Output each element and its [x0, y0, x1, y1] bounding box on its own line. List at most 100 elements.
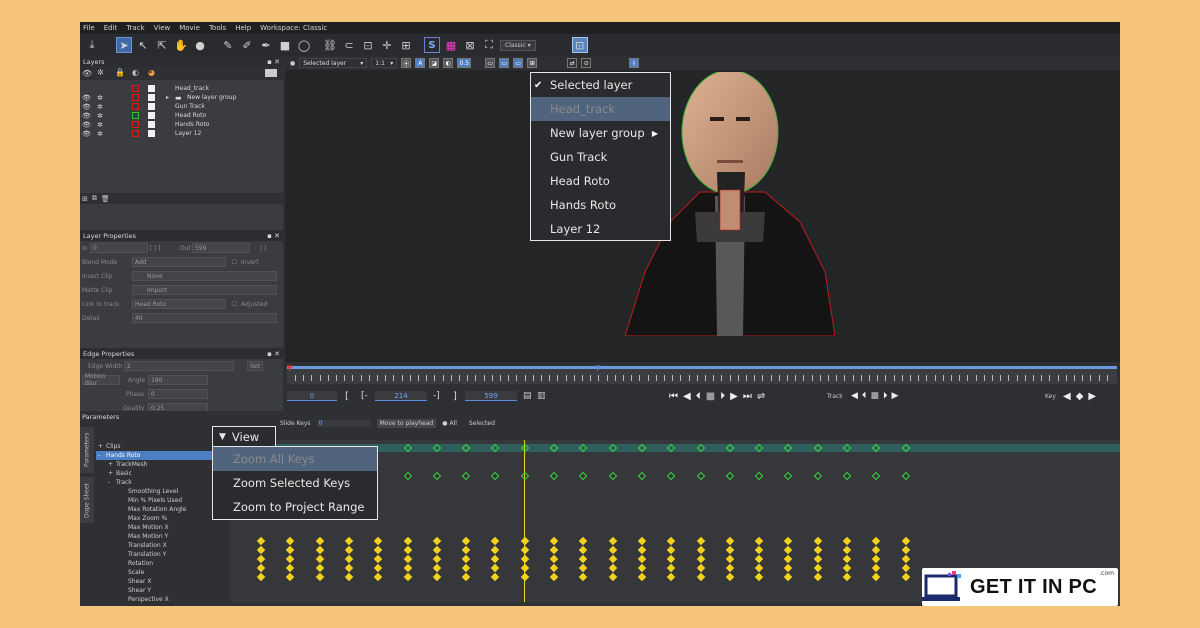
key-yellow[interactable] [491, 554, 500, 564]
menu-file[interactable]: File [83, 24, 95, 32]
key-yellow[interactable] [256, 536, 266, 546]
tab-parameters[interactable]: Parameters [80, 427, 94, 473]
key-yellow[interactable] [754, 545, 764, 555]
key-yellow[interactable] [403, 554, 412, 564]
key-yellow[interactable] [696, 572, 705, 582]
view-mode-3-icon[interactable]: ▭ [513, 58, 524, 68]
tree-item[interactable]: Rotation [96, 559, 230, 568]
track-stop-icon[interactable]: ■ [870, 391, 879, 401]
key-yellow[interactable] [461, 563, 471, 573]
detail-field[interactable]: 40 [132, 313, 277, 323]
layer-row[interactable]: 👁 ✲ Gun Track [80, 102, 283, 111]
in-marker-icon[interactable]: ▼ [287, 364, 292, 372]
key-yellow[interactable] [373, 536, 383, 546]
key-yellow[interactable] [403, 545, 412, 555]
key-yellow[interactable] [637, 545, 647, 555]
layer-row[interactable]: Head_track [80, 84, 283, 93]
key-yellow[interactable] [784, 554, 793, 564]
lock-column-icon[interactable]: 🔒 [115, 68, 125, 77]
overlay-column-icon[interactable]: ◐ [132, 68, 139, 77]
xspline-tool-icon[interactable]: ✎ [220, 37, 236, 53]
key-yellow[interactable] [608, 536, 617, 546]
key-yellow[interactable] [754, 536, 764, 546]
key-yellow[interactable] [432, 554, 442, 564]
track-forward-icon[interactable]: ▶ [891, 391, 898, 401]
key-yellow[interactable] [520, 572, 529, 582]
attach-tool-icon[interactable]: ⛓ [322, 37, 338, 53]
popup-item-head-track[interactable]: Head_track [531, 97, 670, 121]
key-yellow[interactable] [666, 536, 676, 546]
popup-item-selected-layer[interactable]: ✔ Selected layer [531, 73, 670, 97]
key-yellow[interactable] [813, 572, 822, 582]
key-yellow[interactable] [901, 554, 910, 564]
move-tool-icon[interactable]: ✛ [379, 37, 395, 53]
key-yellow[interactable] [403, 536, 412, 546]
key-green[interactable] [784, 471, 793, 481]
tree-item[interactable]: - Track [96, 478, 230, 487]
key-yellow[interactable] [579, 536, 588, 546]
next-key-icon[interactable]: ▶ [1088, 391, 1096, 402]
show-grid-icon[interactable]: ▦ [443, 37, 459, 53]
out-bracket-buttons[interactable]: | ] [260, 245, 266, 252]
motion-blur-button[interactable]: Motion Blur [82, 373, 120, 387]
key-yellow[interactable] [608, 563, 617, 573]
key-green[interactable] [666, 471, 676, 481]
popup-item-new-layer-group[interactable]: New layer group ▶ [531, 121, 670, 145]
new-layer-icon[interactable]: ⊞ [82, 195, 88, 203]
key-yellow[interactable] [666, 572, 676, 582]
key-yellow[interactable] [344, 572, 354, 582]
expand-view-icon[interactable]: ⛶ [481, 37, 497, 53]
playback-icon[interactable]: ⊙ [581, 58, 592, 68]
key-yellow[interactable] [696, 545, 705, 555]
key-yellow[interactable] [813, 563, 822, 573]
eye-icon[interactable]: 👁 [82, 112, 91, 120]
key-yellow[interactable] [315, 572, 324, 582]
key-yellow[interactable] [344, 536, 354, 546]
key-yellow[interactable] [842, 572, 852, 582]
move-to-playhead-button[interactable]: Move to playhead [376, 418, 437, 428]
key-yellow[interactable] [608, 572, 617, 582]
export-icon[interactable]: ⇩ [629, 58, 640, 68]
in-bracket-buttons[interactable]: [ | ] [148, 245, 161, 252]
key-yellow[interactable] [579, 554, 588, 564]
out-frame-field[interactable]: 599 [465, 391, 517, 401]
prev-key-icon[interactable]: ◀ [1063, 391, 1071, 402]
tree-item[interactable]: Max Motion X [96, 523, 230, 532]
go-to-in-button[interactable]: [- [361, 391, 368, 401]
tree-item[interactable]: Max Zoom % [96, 514, 230, 523]
ellipse-tool-icon[interactable]: ◯ [296, 37, 312, 53]
play-forward-icon[interactable]: ▶ [730, 391, 738, 402]
key-green[interactable] [608, 471, 617, 481]
tree-expander-icon[interactable]: + [108, 461, 113, 468]
tree-item[interactable]: Shear X [96, 577, 230, 586]
slide-keys-field[interactable]: 0 [316, 419, 371, 427]
key-yellow[interactable] [432, 545, 442, 555]
key-green[interactable] [725, 471, 735, 481]
key-yellow[interactable] [579, 572, 588, 582]
tree-item[interactable]: + Clips [96, 442, 230, 451]
key-yellow[interactable] [784, 563, 793, 573]
key-yellow[interactable] [637, 536, 647, 546]
tab-dope-sheet[interactable]: Dope Sheet [80, 477, 94, 523]
key-yellow[interactable] [696, 554, 705, 564]
step-back-icon[interactable]: ⏴ [696, 391, 701, 402]
menu-track[interactable]: Track [126, 24, 144, 32]
last-frame-icon[interactable]: ⏭ [743, 391, 752, 402]
in-frame-field[interactable]: 214 [375, 391, 427, 401]
key-yellow[interactable] [549, 554, 559, 564]
transform-select-icon[interactable]: ⇱ [154, 37, 170, 53]
key-yellow[interactable] [491, 536, 500, 546]
layer-select[interactable]: Selected layer ▾ [299, 58, 368, 68]
popup-item-gun-track[interactable]: Gun Track [531, 145, 670, 169]
layer-dropdown-icon[interactable]: ⊡ [571, 37, 588, 53]
key-yellow[interactable] [637, 554, 647, 564]
key-green[interactable] [754, 471, 764, 481]
key-green[interactable] [872, 471, 881, 481]
key-yellow[interactable] [842, 545, 852, 555]
key-yellow[interactable] [432, 572, 442, 582]
key-yellow[interactable] [813, 554, 822, 564]
gear-icon[interactable]: ✲ [97, 121, 103, 129]
key-yellow[interactable] [286, 554, 295, 564]
key-yellow[interactable] [754, 563, 764, 573]
key-green[interactable] [520, 471, 529, 481]
